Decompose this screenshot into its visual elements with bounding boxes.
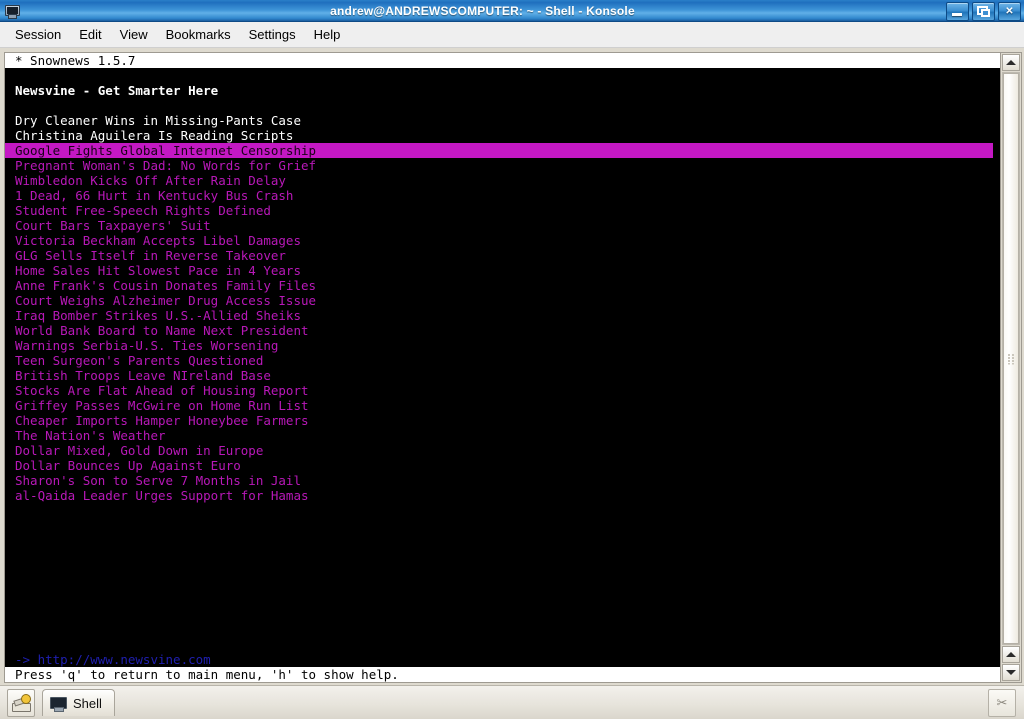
terminal-status-line: Press 'q' to return to main menu, 'h' to… [5, 667, 1000, 682]
close-icon: ✕ [1005, 5, 1014, 17]
grip-icon [1007, 353, 1015, 364]
taskbar-item-label: Shell [73, 695, 102, 711]
desktop-root: andrew@ANDREWSCOMPUTER: ~ - Shell - Kons… [0, 0, 1024, 719]
taskbar-item-shell[interactable]: Shell [42, 689, 115, 716]
headline-item[interactable]: Dry Cleaner Wins in Missing-Pants Case [5, 113, 1000, 128]
minimize-button[interactable] [946, 2, 969, 21]
headline-item[interactable]: Court Weighs Alzheimer Drug Access Issue [5, 293, 1000, 308]
headline-item[interactable]: Dollar Mixed, Gold Down in Europe [5, 443, 1000, 458]
headline-item[interactable]: Dollar Bounces Up Against Euro [5, 458, 1000, 473]
terminal-icon [49, 696, 67, 712]
terminal-icon [3, 3, 21, 19]
app-header-bar: * Snownews 1.5.7 [5, 53, 1000, 68]
scrollbar-trough[interactable] [1002, 72, 1020, 645]
scroll-down-button[interactable] [1002, 664, 1020, 681]
window-titlebar[interactable]: andrew@ANDREWSCOMPUTER: ~ - Shell - Kons… [0, 0, 1024, 22]
terminal-screen[interactable]: * Snownews 1.5.7 Newsvine - Get Smarter … [5, 53, 1000, 682]
headline-item[interactable]: World Bank Board to Name Next President [5, 323, 1000, 338]
headline-item[interactable]: Student Free-Speech Rights Defined [5, 203, 1000, 218]
headline-item[interactable]: Iraq Bomber Strikes U.S.-Allied Sheiks [5, 308, 1000, 323]
menu-item-view[interactable]: View [111, 25, 157, 44]
close-button[interactable]: ✕ [998, 2, 1021, 21]
feed-title: Newsvine - Get Smarter Here [15, 83, 219, 98]
chevron-up-icon [1006, 652, 1016, 657]
headline-item[interactable]: Google Fights Global Internet Censorship [5, 143, 993, 158]
menu-item-bookmarks[interactable]: Bookmarks [157, 25, 240, 44]
headline-item[interactable]: Wimbledon Kicks Off After Rain Delay [5, 173, 1000, 188]
chevron-up-icon [1006, 60, 1016, 65]
window-title: andrew@ANDREWSCOMPUTER: ~ - Shell - Kons… [330, 3, 635, 18]
menu-item-session[interactable]: Session [6, 25, 70, 44]
headline-item[interactable]: Warnings Serbia-U.S. Ties Worsening [5, 338, 1000, 353]
scroll-up-button-bottom[interactable] [1002, 646, 1020, 663]
headline-item[interactable]: Victoria Beckham Accepts Libel Damages [5, 233, 1000, 248]
headline-item[interactable]: 1 Dead, 66 Hurt in Kentucky Bus Crash [5, 188, 1000, 203]
taskbar: Shell ✂ [0, 685, 1024, 719]
headline-item[interactable]: Griffey Passes McGwire on Home Run List [5, 398, 1000, 413]
kde-menu-launcher[interactable] [7, 688, 35, 717]
headline-item[interactable]: Court Bars Taxpayers' Suit [5, 218, 1000, 233]
scrollbar-thumb[interactable] [1003, 73, 1019, 644]
headline-item[interactable]: GLG Sells Itself in Reverse Takeover [5, 248, 1000, 263]
terminal-inner: * Snownews 1.5.7 Newsvine - Get Smarter … [4, 52, 1022, 683]
scroll-up-button-top[interactable] [1002, 54, 1020, 71]
system-tray-klipper[interactable]: ✂ [988, 688, 1016, 717]
headline-item[interactable]: Stocks Are Flat Ahead of Housing Report [5, 383, 1000, 398]
terminal-scrollbar[interactable] [1000, 53, 1021, 682]
menu-item-edit[interactable]: Edit [70, 25, 110, 44]
terminal-frame: * Snownews 1.5.7 Newsvine - Get Smarter … [0, 48, 1024, 685]
klipper-icon: ✂ [996, 695, 1008, 710]
menu-item-help[interactable]: Help [305, 25, 350, 44]
headline-item[interactable]: Sharon's Son to Serve 7 Months in Jail [5, 473, 1000, 488]
headline-item[interactable]: Anne Frank's Cousin Donates Family Files [5, 278, 1000, 293]
chevron-down-icon [1006, 670, 1016, 675]
menu-item-settings[interactable]: Settings [240, 25, 305, 44]
headline-item[interactable]: Home Sales Hit Slowest Pace in 4 Years [5, 263, 1000, 278]
headline-item[interactable]: British Troops Leave NIreland Base [5, 368, 1000, 383]
headline-item[interactable]: The Nation's Weather [5, 428, 1000, 443]
maximize-restore-button[interactable] [972, 2, 995, 21]
headline-item[interactable]: al-Qaida Leader Urges Support for Hamas [5, 488, 1000, 503]
window-controls: ✕ [946, 2, 1021, 21]
headline-item[interactable]: Christina Aguilera Is Reading Scripts [5, 128, 1000, 143]
headline-item[interactable]: Pregnant Woman's Dad: No Words for Grief [5, 158, 1000, 173]
feed-url: -> http://www.newsvine.com [15, 652, 211, 667]
headline-item[interactable]: Cheaper Imports Hamper Honeybee Farmers [5, 413, 1000, 428]
headline-item[interactable]: Teen Surgeon's Parents Questioned [5, 353, 1000, 368]
menubar: Session Edit View Bookmarks Settings Hel… [0, 22, 1024, 48]
